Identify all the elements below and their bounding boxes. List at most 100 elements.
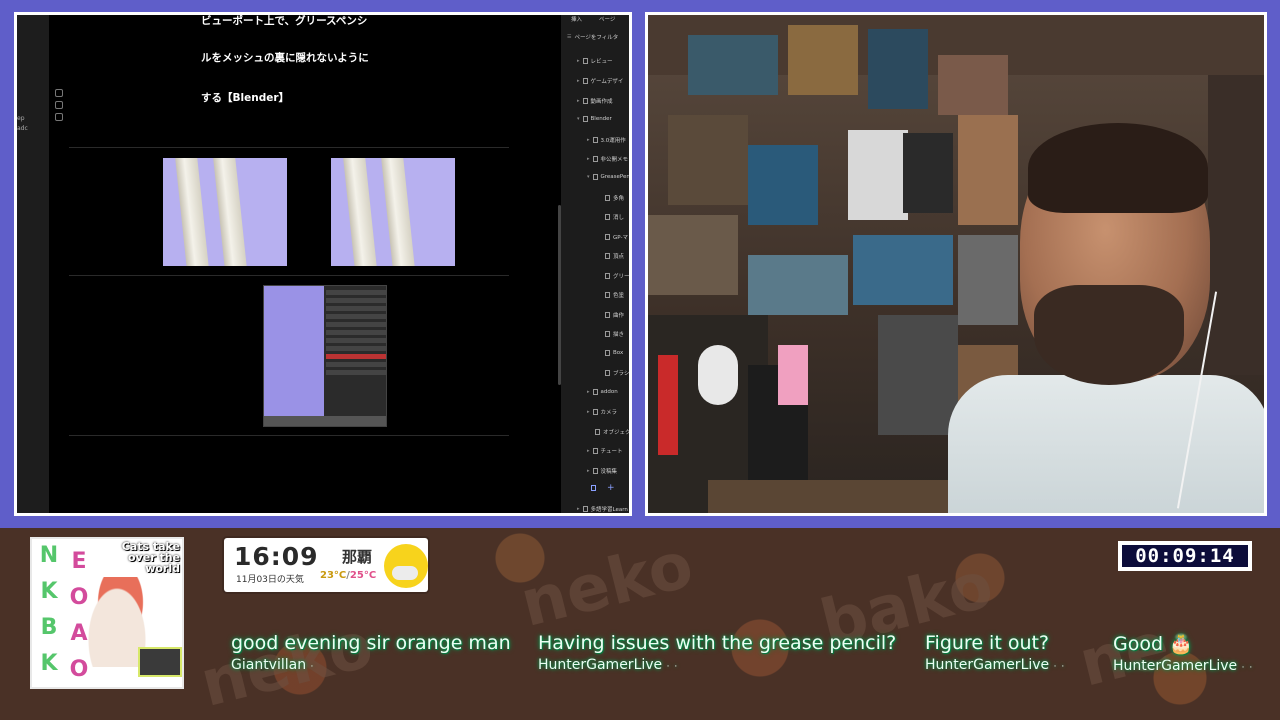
gutter-label: ep [17, 115, 25, 122]
sidebar-header-item[interactable]: ページ [599, 15, 615, 23]
chat-message-text: Having issues with the grease pencil? [538, 632, 897, 654]
person-hair [1028, 123, 1208, 213]
screen-capture-panel: ep adc ビューポート上で、グリースペンシ ルをメッシュの裏に隠れないように… [14, 12, 632, 516]
page-icon [592, 156, 598, 162]
clock-time: 16:09 [234, 542, 319, 571]
chat-username: HunterGamerLive · · [538, 657, 679, 673]
gutter-label: adc [17, 125, 28, 132]
page-icon [605, 195, 610, 201]
page-sidebar: 挿入 ページ ☰ ページをフィルタ ▸ レビュー ▸ ゲームデザイ ▸ 動画作成 ▾ B… [561, 15, 629, 513]
chat-username: Giantvillan · [231, 657, 315, 673]
person-shirt [948, 375, 1264, 513]
trash-icon[interactable] [55, 113, 63, 121]
sidebar-item[interactable]: GP-マ [605, 233, 628, 241]
chat-message-text: Good 🎂 [1113, 633, 1193, 655]
sidebar-item[interactable]: 頂点 [605, 252, 624, 260]
page-icon [592, 389, 598, 395]
logo-tagline: Cats take over the world [121, 540, 180, 575]
page-icon [605, 253, 610, 259]
chat-username: HunterGamerLive · · [1113, 658, 1254, 674]
webcam-feed [645, 12, 1267, 516]
page-icon [605, 350, 610, 356]
sidebar-item[interactable]: ▸ 動画作成 [577, 97, 613, 105]
sidebar-item[interactable]: ▸ 非公開メモ [587, 155, 628, 163]
sidebar-item[interactable]: ▾ Blender [577, 116, 612, 122]
divider [69, 147, 509, 148]
sidebar-item[interactable]: ▸ ゲームデザイ [577, 77, 623, 85]
page-icon [605, 312, 610, 318]
logo-letter: E [71, 549, 87, 574]
page-icon [605, 370, 610, 376]
chat-message: Good 🎂 HunterGamerLive · · [1113, 632, 1253, 674]
sidebar-item[interactable]: 色塗 [605, 291, 624, 299]
chat-message: Having issues with the grease pencil? Hu… [538, 632, 896, 673]
screenshot-image[interactable] [163, 158, 287, 266]
page-filter[interactable]: ☰ ページをフィルタ [567, 33, 618, 41]
divider [69, 275, 509, 276]
logo-badge [138, 647, 182, 677]
app-gutter: ep adc [17, 15, 49, 513]
sidebar-item[interactable]: ブラシ [605, 369, 629, 377]
blender-settings-screenshot[interactable] [263, 285, 387, 427]
chat-message-text: Figure it out? [925, 632, 1050, 654]
page-icon [592, 174, 598, 180]
page-icon [582, 98, 588, 104]
stream-overlay-bar: neko bako neko ne [0, 528, 1280, 720]
sidebar-item[interactable]: 消し [605, 213, 624, 221]
sidebar-item[interactable]: ▸ 没稿集 [587, 467, 617, 475]
page-icon [605, 331, 610, 337]
chat-message: Figure it out? HunterGamerLive · · [925, 632, 1065, 673]
weather-city: 那覇 [342, 548, 373, 566]
page-icon [605, 292, 610, 298]
page-icon [605, 234, 610, 240]
screenshot-image[interactable] [331, 158, 455, 266]
sidebar-item[interactable]: ▸ 3.0運用作 [587, 136, 626, 144]
sidebar-item[interactable]: ▸ チュート [587, 447, 623, 455]
clock-weather-widget: 16:09 11月03日の天気 那覇 23°C/25°C [224, 538, 428, 592]
copy-icon[interactable] [55, 101, 63, 109]
chat-message-text: good evening sir orange man [231, 632, 511, 654]
cloud-icon [392, 566, 418, 580]
divider [69, 435, 509, 436]
add-page-button[interactable]: + [591, 483, 615, 493]
plus-icon: + [607, 483, 615, 493]
sidebar-item[interactable]: ▸ 多語学習Learn [577, 505, 628, 513]
drag-handle-icon[interactable] [55, 89, 63, 97]
logo-letter: N [39, 543, 59, 568]
page-icon [595, 429, 600, 435]
sidebar-item[interactable]: ▾ GreasePen [587, 174, 629, 180]
filter-icon: ☰ [567, 34, 572, 40]
weather-temperature: 23°C/25°C [320, 570, 377, 581]
document-area[interactable]: ビューポート上で、グリースペンシ ルをメッシュの裏に隠れないように する【Ble… [49, 15, 531, 513]
page-icon [582, 506, 588, 512]
logo-letter: K [40, 651, 58, 676]
page-icon [592, 468, 598, 474]
doc-text-line: ルをメッシュの裏に隠れないように [201, 52, 369, 64]
sidebar-item[interactable]: 多角 [605, 194, 624, 202]
page-icon [591, 485, 596, 491]
channel-logo: N E K O B A K O Cats take over the world [30, 537, 184, 689]
sidebar-header-item[interactable]: 挿入 [571, 15, 582, 23]
doc-text-line: する【Blender】 [201, 92, 290, 104]
sidebar-item[interactable]: 曲作 [605, 311, 624, 319]
page-icon [605, 273, 610, 279]
sidebar-item[interactable]: グリー [605, 272, 629, 280]
sidebar-item[interactable]: ▸ addon [587, 389, 618, 395]
person-beard [1034, 285, 1184, 385]
stream-timer: 00:09:14 [1118, 541, 1252, 571]
sidebar-item[interactable]: ▸ カメラ [587, 408, 617, 416]
sidebar-item[interactable]: オブジェク [595, 428, 629, 436]
page-icon [582, 58, 588, 64]
page-icon [592, 448, 598, 454]
page-icon [605, 214, 610, 220]
page-icon [592, 137, 598, 143]
logo-letter: K [40, 579, 58, 604]
sidebar-item[interactable]: 描き [605, 330, 624, 338]
page-icon [592, 409, 598, 415]
sidebar-item[interactable]: ▸ レビュー [577, 57, 613, 65]
page-icon [582, 78, 588, 84]
chat-username: HunterGamerLive · · [925, 657, 1066, 673]
sidebar-item[interactable]: Box [605, 350, 623, 356]
chat-message: good evening sir orange man Giantvillan … [231, 632, 511, 673]
weather-date: 11月03日の天気 [236, 575, 304, 585]
